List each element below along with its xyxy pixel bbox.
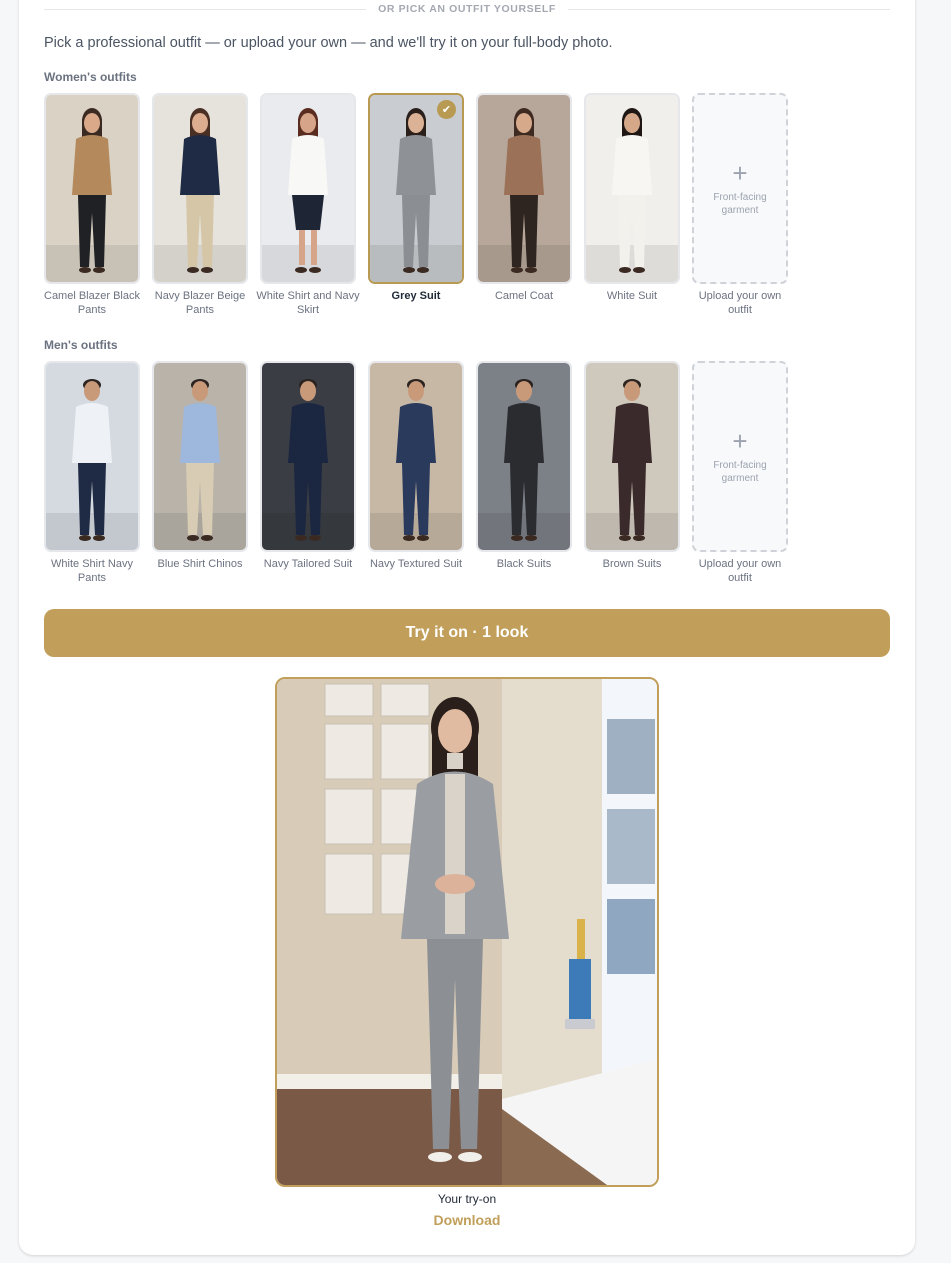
check-icon: ✔ xyxy=(437,100,456,119)
outfit-navy-blazer-beige-pants[interactable]: Navy Blazer Beige Pants xyxy=(152,93,248,317)
divider-line-right xyxy=(567,8,890,10)
plus-icon: + xyxy=(732,426,748,456)
outfit-label: Navy Tailored Suit xyxy=(263,558,353,570)
men-outfits-title: Men's outfits xyxy=(44,338,118,352)
outfit-thumbnail xyxy=(584,361,680,552)
outfit-label: Blue Shirt Chinos xyxy=(157,558,243,570)
outfit-white-shirt-and-navy-skirt[interactable]: White Shirt and Navy Skirt xyxy=(256,93,360,317)
outfit-white-shirt-navy-pants[interactable]: White Shirt Navy Pants xyxy=(44,361,140,585)
upload-outfit-tile[interactable]: + Front-facing garment Upload your own out… xyxy=(692,93,788,317)
outfit-camel-blazer-black-pants[interactable]: Camel Blazer Black Pants xyxy=(44,93,140,317)
outfit-navy-textured-suit[interactable]: Navy Textured Suit xyxy=(368,361,464,585)
try-it-on-button[interactable]: Try it on · 1 look xyxy=(44,609,890,657)
outfit-thumbnail xyxy=(44,361,140,552)
women-outfits-row: Camel Blazer Black Pants Navy Blazer Beig… xyxy=(44,93,788,317)
plus-icon: + xyxy=(732,158,748,188)
outfit-label: Navy Textured Suit xyxy=(369,558,463,570)
try-on-caption: Your try-on xyxy=(437,1192,497,1206)
intro-text: Pick a professional outfit — or upload y… xyxy=(44,35,613,51)
outfit-brown-suits[interactable]: Brown Suits xyxy=(584,361,680,585)
upload-dropzone[interactable]: + Front-facing garment xyxy=(692,93,788,284)
download-link[interactable]: Download xyxy=(275,1212,659,1228)
upload-label: Upload your own outfit xyxy=(698,290,782,316)
outfit-grey-suit[interactable]: ✔ Grey Suit xyxy=(368,93,464,317)
upload-dropzone[interactable]: + Front-facing garment xyxy=(692,361,788,552)
outfit-thumbnail xyxy=(260,361,356,552)
outfit-label: Camel Blazer Black Pants xyxy=(44,290,140,316)
outfit-thumbnail xyxy=(152,93,248,284)
outfit-camel-coat[interactable]: Camel Coat xyxy=(476,93,572,317)
women-outfits-title: Women's outfits xyxy=(44,70,137,84)
outfit-thumbnail xyxy=(152,361,248,552)
outfit-label: Navy Blazer Beige Pants xyxy=(154,290,246,316)
divider-line-left xyxy=(44,8,367,10)
outfit-thumbnail xyxy=(584,93,680,284)
try-on-result-image xyxy=(275,677,659,1187)
upload-hint: Front-facing garment xyxy=(713,460,767,484)
outfit-thumbnail xyxy=(476,361,572,552)
outfit-white-suit[interactable]: White Suit xyxy=(584,93,680,317)
outfit-thumbnail xyxy=(476,93,572,284)
outfit-label: Black Suits xyxy=(496,558,552,570)
outfit-black-suits[interactable]: Black Suits xyxy=(476,361,572,585)
outfit-navy-tailored-suit[interactable]: Navy Tailored Suit xyxy=(260,361,356,585)
outfit-thumbnail xyxy=(368,361,464,552)
section-divider: OR PICK AN OUTFIT YOURSELF xyxy=(44,1,890,17)
outfit-label: Grey Suit xyxy=(391,290,441,302)
men-outfits-row: White Shirt Navy Pants Blue Shirt Chinos N… xyxy=(44,361,788,585)
outfit-thumbnail xyxy=(260,93,356,284)
section-divider-label: OR PICK AN OUTFIT YOURSELF xyxy=(378,3,556,15)
outfit-blue-shirt-chinos[interactable]: Blue Shirt Chinos xyxy=(152,361,248,585)
outfit-thumbnail xyxy=(44,93,140,284)
outfit-label: Brown Suits xyxy=(602,558,662,570)
outfit-thumbnail: ✔ xyxy=(368,93,464,284)
outfit-label: White Shirt and Navy Skirt xyxy=(256,290,360,316)
upload-outfit-tile[interactable]: + Front-facing garment Upload your own out… xyxy=(692,361,788,585)
upload-label: Upload your own outfit xyxy=(698,558,782,584)
upload-hint: Front-facing garment xyxy=(713,192,767,216)
outfit-label: White Suit xyxy=(606,290,658,302)
try-on-photo xyxy=(277,679,657,1185)
outfit-label: White Shirt Navy Pants xyxy=(51,558,133,584)
outfit-label: Camel Coat xyxy=(494,290,554,302)
